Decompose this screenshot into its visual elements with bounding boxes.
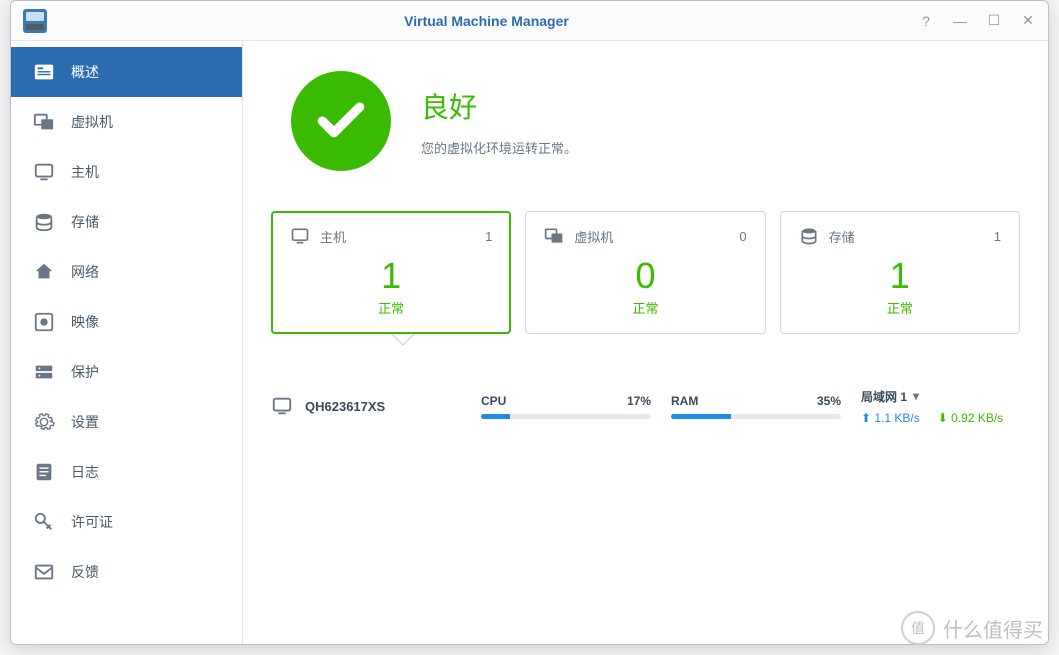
status-summary: 良好 您的虚拟化环境运转正常。 xyxy=(271,71,1020,171)
minimize-button[interactable]: — xyxy=(952,13,968,29)
network-icon xyxy=(33,261,55,283)
sidebar-item-vm[interactable]: 虚拟机 xyxy=(11,97,242,147)
status-subtitle: 您的虚拟化环境运转正常。 xyxy=(421,138,577,157)
sidebar-item-license[interactable]: 许可证 xyxy=(11,497,242,547)
host-row[interactable]: QH623617XS CPU 17% RAM 35% xyxy=(271,374,1020,439)
summary-cards: 主机 1 1 正常 虚拟机 0 0 xyxy=(271,211,1020,334)
card-title: 虚拟机 xyxy=(574,227,613,246)
cpu-bar-fill xyxy=(481,414,510,419)
sidebar-item-label: 主机 xyxy=(71,162,99,182)
card-title: 存储 xyxy=(829,227,855,246)
gear-icon xyxy=(33,411,55,433)
help-button[interactable]: ? xyxy=(918,13,934,29)
card-host[interactable]: 主机 1 1 正常 xyxy=(271,211,511,334)
card-storage[interactable]: 存储 1 1 正常 xyxy=(780,211,1020,334)
sidebar-item-label: 保护 xyxy=(71,362,99,382)
card-status: 正常 xyxy=(290,298,492,317)
host-name: QH623617XS xyxy=(271,395,461,417)
sidebar-item-label: 反馈 xyxy=(71,562,99,582)
mail-icon xyxy=(33,561,55,583)
sidebar-item-settings[interactable]: 设置 xyxy=(11,397,242,447)
cpu-metric: CPU 17% xyxy=(481,394,651,419)
titlebar: Virtual Machine Manager ? — ☐ ✕ xyxy=(11,1,1048,41)
sidebar-item-log[interactable]: 日志 xyxy=(11,447,242,497)
card-count: 1 xyxy=(994,229,1001,244)
window-title: Virtual Machine Manager xyxy=(55,13,918,29)
card-vm[interactable]: 虚拟机 0 0 正常 xyxy=(525,211,765,334)
key-icon xyxy=(33,511,55,533)
storage-icon xyxy=(33,211,55,233)
sidebar-item-image[interactable]: 映像 xyxy=(11,297,242,347)
host-icon xyxy=(290,226,310,246)
window-controls: ? — ☐ ✕ xyxy=(918,12,1036,29)
network-metric: 局域网 1 ▾ ⬆ 1.1 KB/s ⬇ 0.92 KB/s xyxy=(861,388,1020,425)
log-icon xyxy=(33,461,55,483)
sidebar-item-host[interactable]: 主机 xyxy=(11,147,242,197)
sidebar: 概述 虚拟机 主机 存储 xyxy=(11,41,243,644)
chevron-down-icon[interactable]: ▾ xyxy=(913,389,919,403)
sidebar-item-feedback[interactable]: 反馈 xyxy=(11,547,242,597)
app-window: Virtual Machine Manager ? — ☐ ✕ 概述 虚拟机 xyxy=(10,0,1049,645)
sidebar-item-label: 概述 xyxy=(71,62,99,82)
card-count: 0 xyxy=(739,229,746,244)
sidebar-item-label: 存储 xyxy=(71,212,99,232)
maximize-button[interactable]: ☐ xyxy=(986,12,1002,29)
host-icon xyxy=(271,395,293,417)
sidebar-item-label: 映像 xyxy=(71,312,99,332)
cpu-label: CPU xyxy=(481,394,506,408)
card-value: 1 xyxy=(799,256,1001,296)
net-download: ⬇ 0.92 KB/s xyxy=(938,411,1003,425)
network-label: 局域网 1 xyxy=(861,388,907,405)
card-value: 1 xyxy=(290,256,492,296)
status-ok-icon xyxy=(291,71,391,171)
sidebar-item-network[interactable]: 网络 xyxy=(11,247,242,297)
storage-icon xyxy=(799,226,819,246)
sidebar-item-protect[interactable]: 保护 xyxy=(11,347,242,397)
sidebar-item-storage[interactable]: 存储 xyxy=(11,197,242,247)
card-status: 正常 xyxy=(544,298,746,317)
overview-icon xyxy=(33,61,55,83)
status-title: 良好 xyxy=(421,86,577,126)
host-name-text: QH623617XS xyxy=(305,399,385,414)
ram-label: RAM xyxy=(671,394,698,408)
ram-value: 35% xyxy=(817,394,841,408)
window-body: 概述 虚拟机 主机 存储 xyxy=(11,41,1048,644)
card-count: 1 xyxy=(485,229,492,244)
host-icon xyxy=(33,161,55,183)
net-upload: ⬆ 1.1 KB/s xyxy=(861,411,920,425)
ram-metric: RAM 35% xyxy=(671,394,841,419)
sidebar-item-overview[interactable]: 概述 xyxy=(11,47,242,97)
app-icon xyxy=(23,9,47,33)
close-button[interactable]: ✕ xyxy=(1020,12,1036,29)
sidebar-item-label: 虚拟机 xyxy=(71,112,113,132)
cpu-value: 17% xyxy=(627,394,651,408)
card-arrow xyxy=(271,334,1020,364)
vm-icon xyxy=(544,226,564,246)
card-title: 主机 xyxy=(320,227,346,246)
sidebar-item-label: 网络 xyxy=(71,262,99,282)
sidebar-item-label: 许可证 xyxy=(71,512,113,532)
main-panel: 良好 您的虚拟化环境运转正常。 主机 1 1 正常 xyxy=(243,41,1048,644)
card-value: 0 xyxy=(544,256,746,296)
sidebar-item-label: 日志 xyxy=(71,462,99,482)
protect-icon xyxy=(33,361,55,383)
vm-icon xyxy=(33,111,55,133)
status-text: 良好 您的虚拟化环境运转正常。 xyxy=(421,86,577,157)
ram-bar-fill xyxy=(671,414,731,419)
image-icon xyxy=(33,311,55,333)
sidebar-item-label: 设置 xyxy=(71,412,99,432)
card-status: 正常 xyxy=(799,298,1001,317)
